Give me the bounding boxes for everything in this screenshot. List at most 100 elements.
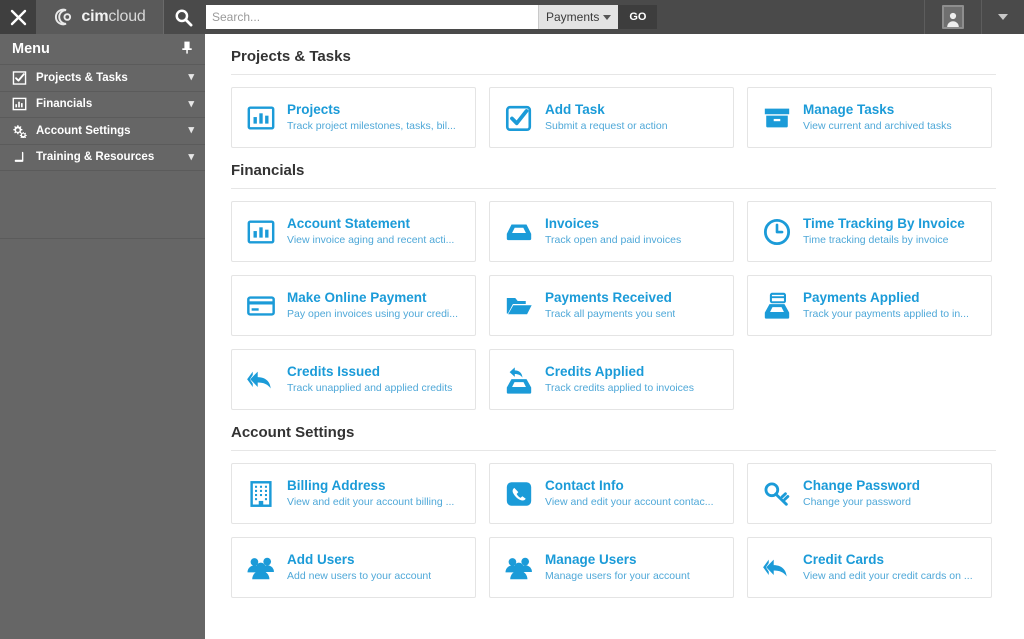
card-text: Manage Users Manage users for your accoun… [545, 552, 690, 583]
building-icon [250, 480, 272, 507]
chevron-down-icon [603, 14, 612, 20]
sidebar-item-label: Projects & Tasks [36, 71, 128, 84]
card-time-tracking-by-invoice[interactable]: Time Tracking By Invoice Time tracking de… [747, 201, 992, 262]
brand-logo[interactable]: cimcloud [36, 0, 164, 34]
card-invoices[interactable]: Invoices Track open and paid invoices [489, 201, 734, 262]
folder-open-icon [506, 297, 532, 314]
sidebar-item-training-resources[interactable]: Training & Resources ▾ [0, 145, 205, 171]
chevron-down-icon[interactable]: ▾ [188, 125, 194, 136]
card-title: Payments Received [545, 289, 672, 305]
card-subtitle: Track all payments you sent [545, 307, 676, 320]
card-into-inbox-icon [764, 292, 790, 319]
section-title: Projects & Tasks [231, 48, 351, 65]
section-account-settings: Account Settings Billing Address View and … [205, 410, 1024, 598]
search-scope-dropdown[interactable]: Payments [538, 5, 619, 29]
card-text: Credits Issued Track unapplied and applie… [287, 364, 452, 395]
chevron-down-icon[interactable]: ▾ [188, 72, 194, 83]
users-icon [504, 553, 534, 583]
card-subtitle: Manage users for your account [545, 569, 690, 582]
card-manage-users[interactable]: Manage Users Manage users for your accoun… [489, 537, 734, 598]
card-text: Add Users Add new users to your account [287, 552, 431, 583]
card-title: Change Password [803, 477, 921, 493]
search-toggle-button[interactable] [164, 0, 202, 34]
card-text: Manage Tasks View current and archived ta… [803, 102, 952, 133]
close-button[interactable] [0, 0, 36, 34]
user-menu-toggle[interactable] [982, 0, 1024, 34]
card-title: Credits Applied [545, 363, 645, 379]
gears-icon [12, 124, 27, 138]
chevron-down-icon[interactable]: ▾ [188, 151, 194, 163]
card-title: Credit Cards [803, 551, 885, 567]
card-subtitle: Track unapplied and applied credits [287, 381, 453, 394]
checkbox-checked-icon [12, 71, 27, 85]
card-title: Make Online Payment [287, 289, 427, 305]
card-credits-applied[interactable]: Credits Applied Track credits applied to … [489, 349, 734, 410]
chevron-down-icon[interactable]: ▾ [188, 98, 194, 110]
clock-icon [763, 218, 791, 245]
card-title: Manage Users [545, 551, 637, 567]
phone-icon [504, 479, 534, 509]
card-text: Time Tracking By Invoice Time tracking de… [803, 216, 965, 247]
card-title: Credits Issued [287, 363, 381, 379]
card-text: Account Statement View invoice aging and … [287, 216, 454, 247]
user-account-button[interactable] [924, 0, 982, 34]
sidebar-item-projects-tasks[interactable]: Projects & Tasks ▾ [0, 65, 205, 92]
key-icon [764, 481, 790, 506]
card-contact-info[interactable]: Contact Info View and edit your account c… [489, 463, 734, 524]
reply-all-arrow-icon [246, 365, 276, 395]
card-credits-issued[interactable]: Credits Issued Track unapplied and applie… [231, 349, 476, 410]
card-make-online-payment[interactable]: Make Online Payment Pay open invoices usi… [231, 275, 476, 336]
card-credit-cards[interactable]: Credit Cards View and edit your credit ca… [747, 537, 992, 598]
card-into-inbox-icon [762, 291, 792, 321]
sidebar-item-financials[interactable]: Financials ▾ [0, 92, 205, 118]
card-subtitle: Submit a request or action [545, 119, 668, 132]
card-manage-tasks[interactable]: Manage Tasks View current and archived ta… [747, 87, 992, 148]
card-change-password[interactable]: Change Password Change your password [747, 463, 992, 524]
card-text: Contact Info View and edit your account c… [545, 478, 714, 509]
users-icon [246, 553, 276, 583]
card-grid: Account Statement View invoice aging and … [205, 189, 998, 410]
search-input[interactable] [206, 5, 538, 29]
brand-logo-text: cimcloud [81, 8, 145, 26]
card-payments-received[interactable]: Payments Received Track all payments you … [489, 275, 734, 336]
card-text: Credits Applied Track credits applied to … [545, 364, 694, 395]
building-icon [246, 479, 276, 509]
arrow-into-inbox-icon [504, 365, 534, 395]
checkbox-checked-icon [12, 71, 27, 85]
card-subtitle: Time tracking details by invoice [803, 233, 949, 246]
card-subtitle: Track your payments applied to in... [803, 307, 969, 320]
bar-chart-framed-icon [246, 103, 276, 133]
credit-card-icon [246, 291, 276, 321]
archive-box-icon [762, 103, 792, 133]
sidebar-item-account-settings[interactable]: Account Settings ▾ [0, 118, 205, 145]
bar-chart-framed-icon [247, 219, 275, 244]
phone-icon [506, 481, 532, 506]
search-go-button[interactable]: GO [618, 5, 658, 29]
main-content: Projects & Tasks Projects Track project mi… [205, 34, 1024, 639]
card-title: Add Users [287, 551, 355, 567]
pin-icon[interactable] [181, 41, 193, 58]
sidebar-item-label: Training & Resources [36, 151, 155, 164]
top-bar: cimcloud Payments GO [0, 0, 1024, 34]
card-title: Billing Address [287, 477, 386, 493]
card-payments-applied[interactable]: Payments Applied Track your payments appl… [747, 275, 992, 336]
card-projects[interactable]: Projects Track project milestones, tasks,… [231, 87, 476, 148]
card-title: Invoices [545, 215, 600, 231]
card-add-task[interactable]: Add Task Submit a request or action [489, 87, 734, 148]
reply-all-arrow-icon [762, 553, 792, 583]
sidebar-empty-area [0, 171, 205, 239]
clock-icon [762, 217, 792, 247]
section-projects-tasks: Projects & Tasks Projects Track project mi… [205, 34, 1024, 148]
sidebar-item-label: Financials [36, 98, 93, 111]
card-billing-address[interactable]: Billing Address View and edit your accoun… [231, 463, 476, 524]
card-subtitle: View and edit your account billing ... [287, 495, 455, 508]
card-account-statement[interactable]: Account Statement View invoice aging and … [231, 201, 476, 262]
card-title: Account Statement [287, 215, 411, 231]
card-subtitle: Track credits applied to invoices [545, 381, 695, 394]
reply-all-arrow-icon [763, 559, 787, 576]
card-grid: Projects Track project milestones, tasks,… [205, 75, 998, 148]
card-add-users[interactable]: Add Users Add new users to your account [231, 537, 476, 598]
card-title: Payments Applied [803, 289, 920, 305]
sidebar-menu-list: Projects & Tasks ▾ Financials ▾ Account Sett… [0, 65, 205, 171]
card-text: Payments Received Track all payments you … [545, 290, 675, 321]
